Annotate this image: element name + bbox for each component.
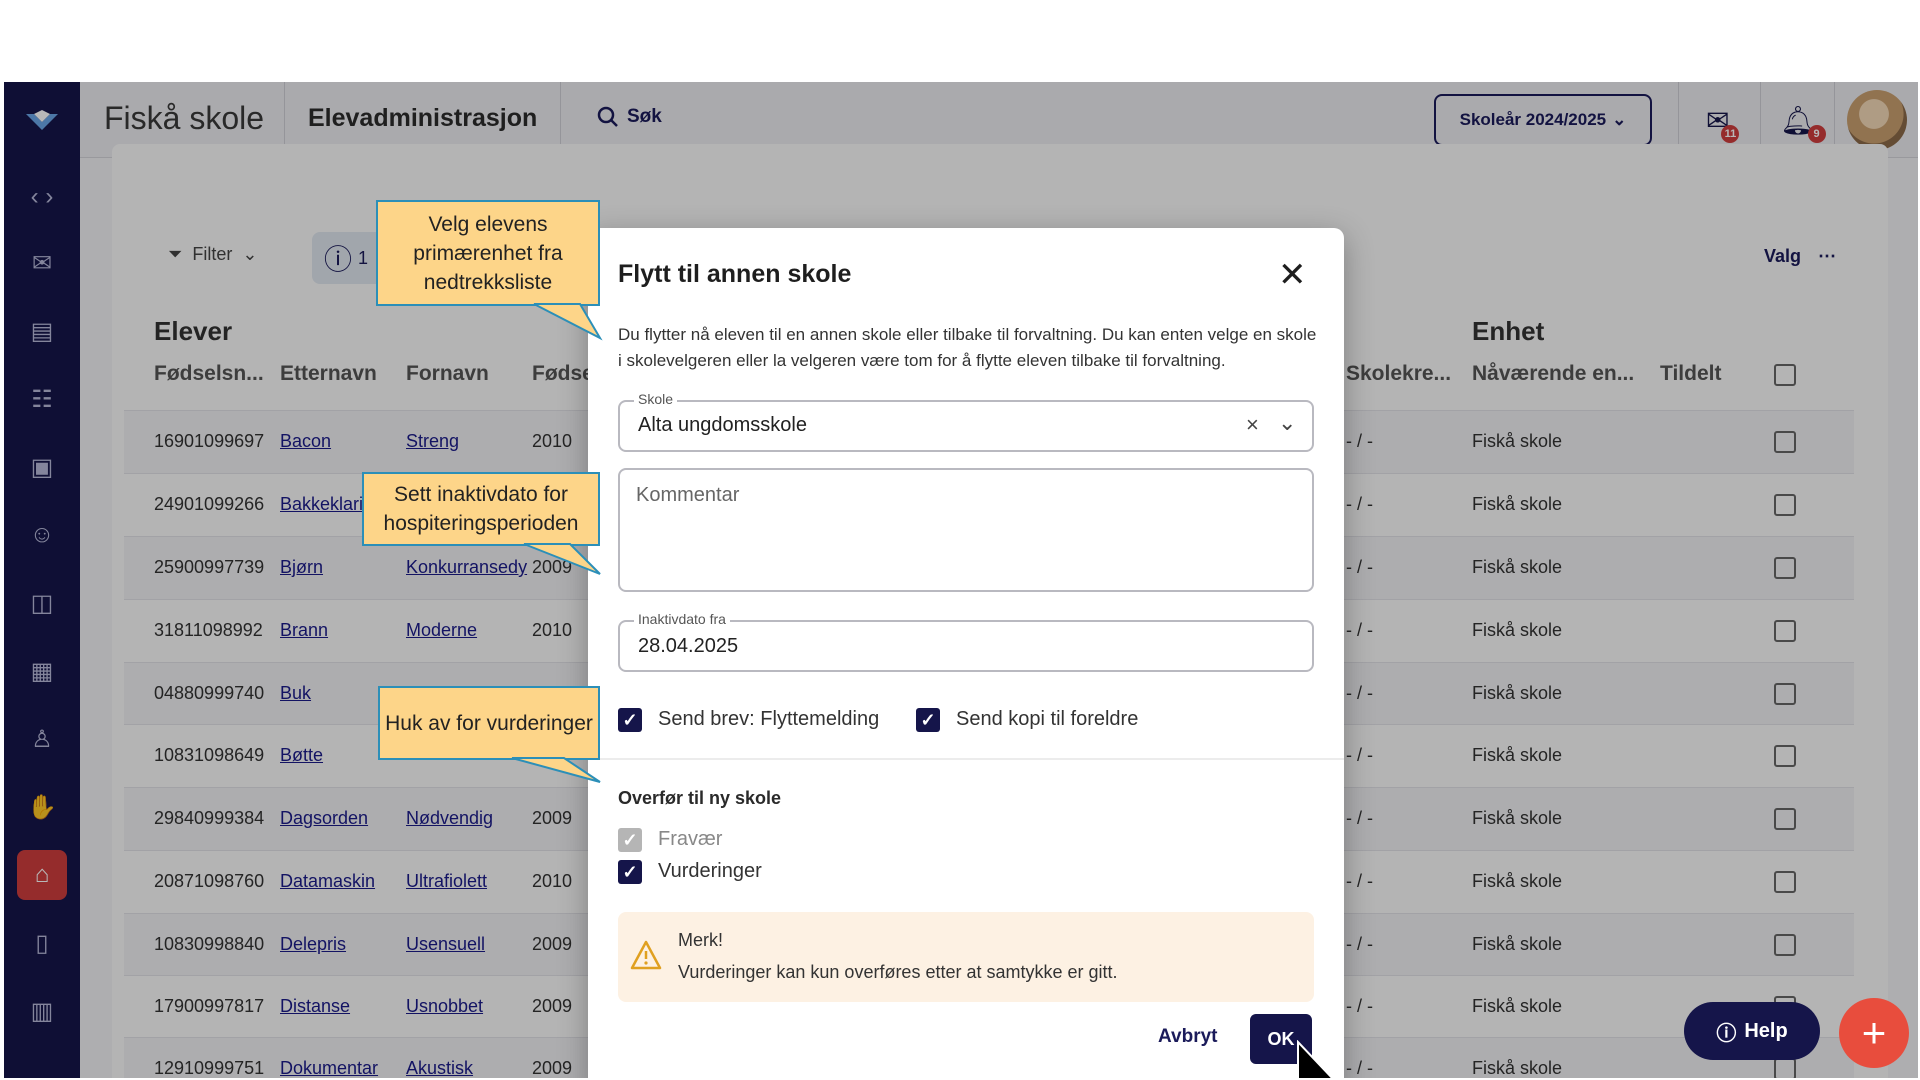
- callout-date-text: Sett inaktivdato for hospiteringsperiode…: [383, 483, 579, 535]
- help-label: Help: [1744, 1019, 1788, 1042]
- add-button[interactable]: +: [1839, 998, 1909, 1068]
- send-copy-checkbox[interactable]: ✓: [916, 708, 940, 732]
- fravaer-checkbox[interactable]: ✓: [618, 828, 642, 852]
- send-letter-label: Send brev: Flyttemelding: [658, 708, 880, 730]
- plus-icon: +: [1861, 1009, 1887, 1056]
- school-label: Skole: [634, 391, 678, 407]
- inactive-date-label: Inaktivdato fra: [634, 611, 730, 627]
- warning-message: Vurderinger kan kun overføres etter at s…: [678, 962, 1118, 982]
- callout-date: Sett inaktivdato for hospiteringsperiode…: [362, 472, 600, 546]
- dialog-title: Flytt til annen skole: [618, 260, 852, 288]
- comment-placeholder: Kommentar: [636, 484, 740, 506]
- question-icon: ⓘ: [1716, 1022, 1737, 1045]
- school-value: Alta ungdomsskole: [638, 414, 807, 436]
- inactive-date-field[interactable]: Inaktivdato fra 28.04.2025: [618, 611, 1314, 672]
- warning-box: Merk! Vurderinger kan kun overføres ette…: [618, 912, 1314, 1002]
- chevron-down-icon[interactable]: ⌄: [1278, 410, 1296, 436]
- callout-school: Velg elevens primærenhet fra nedtrekksli…: [376, 200, 600, 306]
- cursor-icon: [1297, 1040, 1334, 1078]
- callout-vurderinger: Huk av for vurderinger: [378, 686, 600, 760]
- send-letter-checkbox[interactable]: ✓: [618, 708, 642, 732]
- warning-icon: [630, 940, 662, 970]
- clear-icon[interactable]: ×: [1246, 412, 1259, 438]
- transfer-title: Overfør til ny skole: [618, 788, 782, 808]
- callout-school-text: Velg elevens primærenhet fra nedtrekksli…: [413, 212, 563, 294]
- cancel-button[interactable]: Avbryt: [1158, 1026, 1217, 1048]
- move-school-dialog: Flytt til annen skole ✕ Du flytter nå el…: [588, 228, 1344, 1078]
- divider: [588, 758, 1344, 760]
- help-button[interactable]: ⓘ Help: [1684, 1002, 1820, 1060]
- fravaer-label: Fravær: [658, 828, 723, 850]
- comment-field[interactable]: Kommentar: [618, 468, 1314, 592]
- send-copy-label: Send kopi til foreldre: [956, 708, 1139, 730]
- dialog-description: Du flytter nå eleven til en annen skole …: [618, 325, 1317, 370]
- warning-title: Merk!: [678, 930, 723, 950]
- callout-vurderinger-text: Huk av for vurderinger: [385, 711, 593, 735]
- vurderinger-label: Vurderinger: [658, 860, 762, 882]
- app-frame: ‹ › ✉ ▤ ☷ ▣ ☺ ◫ ▦ ♙ ✋ ⌂ ▯ ▥ Fiskå skole …: [4, 82, 1918, 1078]
- school-select[interactable]: Skole Alta ungdomsskole × ⌄: [618, 391, 1314, 452]
- inactive-date-value: 28.04.2025: [638, 635, 739, 657]
- close-icon[interactable]: ✕: [1278, 258, 1307, 292]
- vurderinger-checkbox[interactable]: ✓: [618, 860, 642, 884]
